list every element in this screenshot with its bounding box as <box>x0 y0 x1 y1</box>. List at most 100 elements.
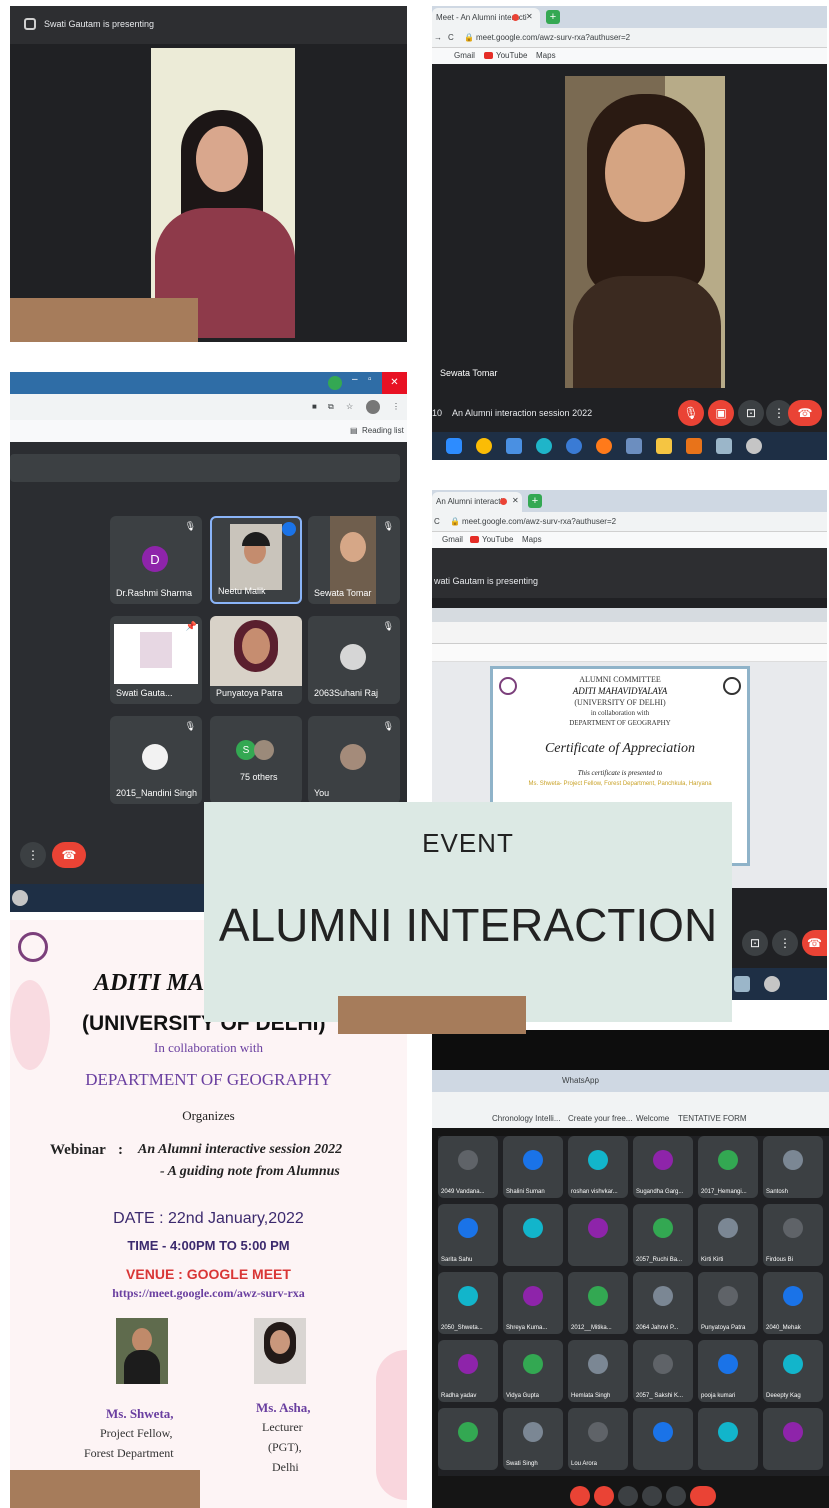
tile-suhani-raj[interactable]: 🎙 2063Suhani Raj <box>308 616 400 704</box>
participant-tile[interactable]: 2064 Jahnvi P... <box>633 1272 693 1334</box>
taskbar-app-icon[interactable] <box>734 976 750 992</box>
tab-close-icon[interactable]: ✕ <box>512 496 519 505</box>
tab-close-icon[interactable]: ✕ <box>526 12 533 21</box>
leave-call-button[interactable] <box>690 1486 716 1506</box>
leave-call-button[interactable]: ☎ <box>802 930 827 956</box>
participant-tile[interactable]: 2057_ Sakshi K... <box>633 1340 693 1402</box>
share-icon[interactable]: ⧉ <box>328 402 334 412</box>
profile-badge-icon[interactable] <box>328 376 342 390</box>
participant-tile[interactable]: 2040_Mehak <box>763 1272 823 1334</box>
taskbar-edge-icon[interactable] <box>536 438 552 454</box>
taskbar-vlc-icon[interactable] <box>686 438 702 454</box>
tab-whatsapp[interactable]: WhatsApp <box>562 1076 599 1085</box>
participant-tile[interactable]: Swati Singh <box>503 1408 563 1470</box>
bookmark-youtube[interactable]: YouTube <box>482 535 513 544</box>
participant-tile[interactable]: Kirti Kirti <box>698 1204 758 1266</box>
participant-tile[interactable]: Shreya Kuma... <box>503 1272 563 1334</box>
taskbar-settings-icon[interactable] <box>764 976 780 992</box>
bookmark-1[interactable]: Chronology Intelli... <box>492 1114 560 1123</box>
account-avatar-icon[interactable] <box>366 400 380 414</box>
participant-tile[interactable]: Sarita Sahu <box>438 1204 498 1266</box>
more-options-button[interactable] <box>666 1486 686 1506</box>
participant-tile[interactable] <box>633 1408 693 1470</box>
url-text[interactable]: meet.google.com/awz-surv-rxa?authuser=2 <box>462 517 616 526</box>
participant-tile[interactable]: Radha yadav <box>438 1340 498 1402</box>
pin-icon[interactable]: 📌 <box>186 621 197 632</box>
bookmark-maps[interactable]: Maps <box>522 535 542 544</box>
more-options-button[interactable]: ⋮ <box>20 842 46 868</box>
bookmark-youtube[interactable]: YouTube <box>496 51 527 60</box>
participant-tile[interactable] <box>698 1408 758 1470</box>
participant-tile[interactable]: Lou Arora <box>568 1408 628 1470</box>
taskbar-app-icon[interactable] <box>716 438 732 454</box>
participant-tile[interactable]: 2017_Hemangi... <box>698 1136 758 1198</box>
star-icon[interactable]: ☆ <box>346 402 353 411</box>
participant-tile[interactable] <box>568 1204 628 1266</box>
taskbar-firefox-icon[interactable] <box>596 438 612 454</box>
browser-tab[interactable]: Meet - An Alumni interacti ✕ <box>432 8 540 28</box>
mic-off-button[interactable]: 🎙 <box>678 400 704 426</box>
camera-off-button[interactable] <box>594 1486 614 1506</box>
bookmark-gmail[interactable]: Gmail <box>442 535 463 544</box>
tile-swati-gautam[interactable]: 📌 Swati Gauta... <box>110 616 202 704</box>
taskbar-settings-icon[interactable] <box>746 438 762 454</box>
tile-sewata-tomar[interactable]: 🎙 Sewata Tomar <box>308 516 400 604</box>
tile-neetu-malik[interactable]: Neetu Malik <box>210 516 302 604</box>
tile-others[interactable]: S 75 others <box>210 716 302 804</box>
kebab-menu-icon[interactable]: ⋮ <box>392 402 400 411</box>
taskbar-chrome-icon[interactable] <box>476 438 492 454</box>
participant-tile[interactable]: Punyatoya Patra <box>698 1272 758 1334</box>
reading-list-link[interactable]: Reading list <box>362 426 404 435</box>
participant-tile[interactable] <box>763 1408 823 1470</box>
taskbar-files-icon[interactable] <box>656 438 672 454</box>
participant-tile[interactable]: 2050_Shweta... <box>438 1272 498 1334</box>
bookmark-4[interactable]: TENTATIVE FORM <box>678 1114 747 1123</box>
participant-tile[interactable] <box>438 1408 498 1470</box>
leave-call-button[interactable]: ☎ <box>52 842 86 868</box>
tile-nandini-singh[interactable]: 🎙 2015_Nandini Singh <box>110 716 202 804</box>
bookmark-2[interactable]: Create your free... <box>568 1114 632 1123</box>
participant-tile[interactable]: Firdous Bi <box>763 1204 823 1266</box>
participant-tile[interactable]: Deeepty Kag <box>763 1340 823 1402</box>
participant-tile[interactable]: Shalini Suman <box>503 1136 563 1198</box>
meet-link[interactable]: https://meet.google.com/awz-surv-rxa <box>10 1286 407 1301</box>
participant-tile[interactable]: 2057_Ruchi Ba... <box>633 1204 693 1266</box>
more-options-button[interactable]: ⋮ <box>772 930 798 956</box>
leave-call-button[interactable]: ☎ <box>788 400 822 426</box>
url-text[interactable]: meet.google.com/awz-surv-rxa?authuser=2 <box>476 33 630 42</box>
present-button[interactable] <box>642 1486 662 1506</box>
tile-dr-rashmi-sharma[interactable]: 🎙 D Dr.Rashmi Sharma <box>110 516 202 604</box>
taskbar-zoom-icon[interactable] <box>446 438 462 454</box>
new-tab-icon[interactable]: + <box>546 10 560 24</box>
participant-tile[interactable]: Santosh <box>763 1136 823 1198</box>
taskbar-photos-icon[interactable] <box>626 438 642 454</box>
participant-tile[interactable]: 2049 Vandana... <box>438 1136 498 1198</box>
maximize-icon[interactable]: ▫ <box>368 374 372 385</box>
participant-tile[interactable]: Sugandha Garg... <box>633 1136 693 1198</box>
browser-tab[interactable]: An Alumni interacti ✕ <box>432 492 522 512</box>
mic-off-button[interactable] <box>570 1486 590 1506</box>
present-button[interactable]: ⊡ <box>742 930 768 956</box>
participant-tile[interactable] <box>503 1204 563 1266</box>
taskbar-app-icon[interactable] <box>12 890 28 906</box>
taskbar-store-icon[interactable] <box>506 438 522 454</box>
reload-icon[interactable]: C <box>434 517 440 526</box>
participant-tile[interactable]: Vidya Gupta <box>503 1340 563 1402</box>
participant-tile[interactable]: roshan vishvkar... <box>568 1136 628 1198</box>
participant-tile[interactable]: Hemlata Singh <box>568 1340 628 1402</box>
taskbar-ie-icon[interactable] <box>566 438 582 454</box>
reload-icon[interactable]: C <box>448 33 454 42</box>
forward-icon[interactable]: → <box>434 33 442 42</box>
participant-tile[interactable]: pooja kumari <box>698 1340 758 1402</box>
close-window-icon[interactable]: ✕ <box>382 372 407 394</box>
participant-tile[interactable]: 2012__Mitika... <box>568 1272 628 1334</box>
minimize-icon[interactable]: – <box>352 374 358 385</box>
bookmark-3[interactable]: Welcome <box>636 1114 669 1123</box>
captions-button[interactable] <box>618 1486 638 1506</box>
new-tab-icon[interactable]: + <box>528 494 542 508</box>
camera-off-button[interactable]: ▣ <box>708 400 734 426</box>
bookmark-maps[interactable]: Maps <box>536 51 556 60</box>
present-button[interactable]: ⊡ <box>738 400 764 426</box>
tile-punyatoya-patra[interactable]: Punyatoya Patra <box>210 616 302 704</box>
tile-you[interactable]: 🎙 You <box>308 716 400 804</box>
